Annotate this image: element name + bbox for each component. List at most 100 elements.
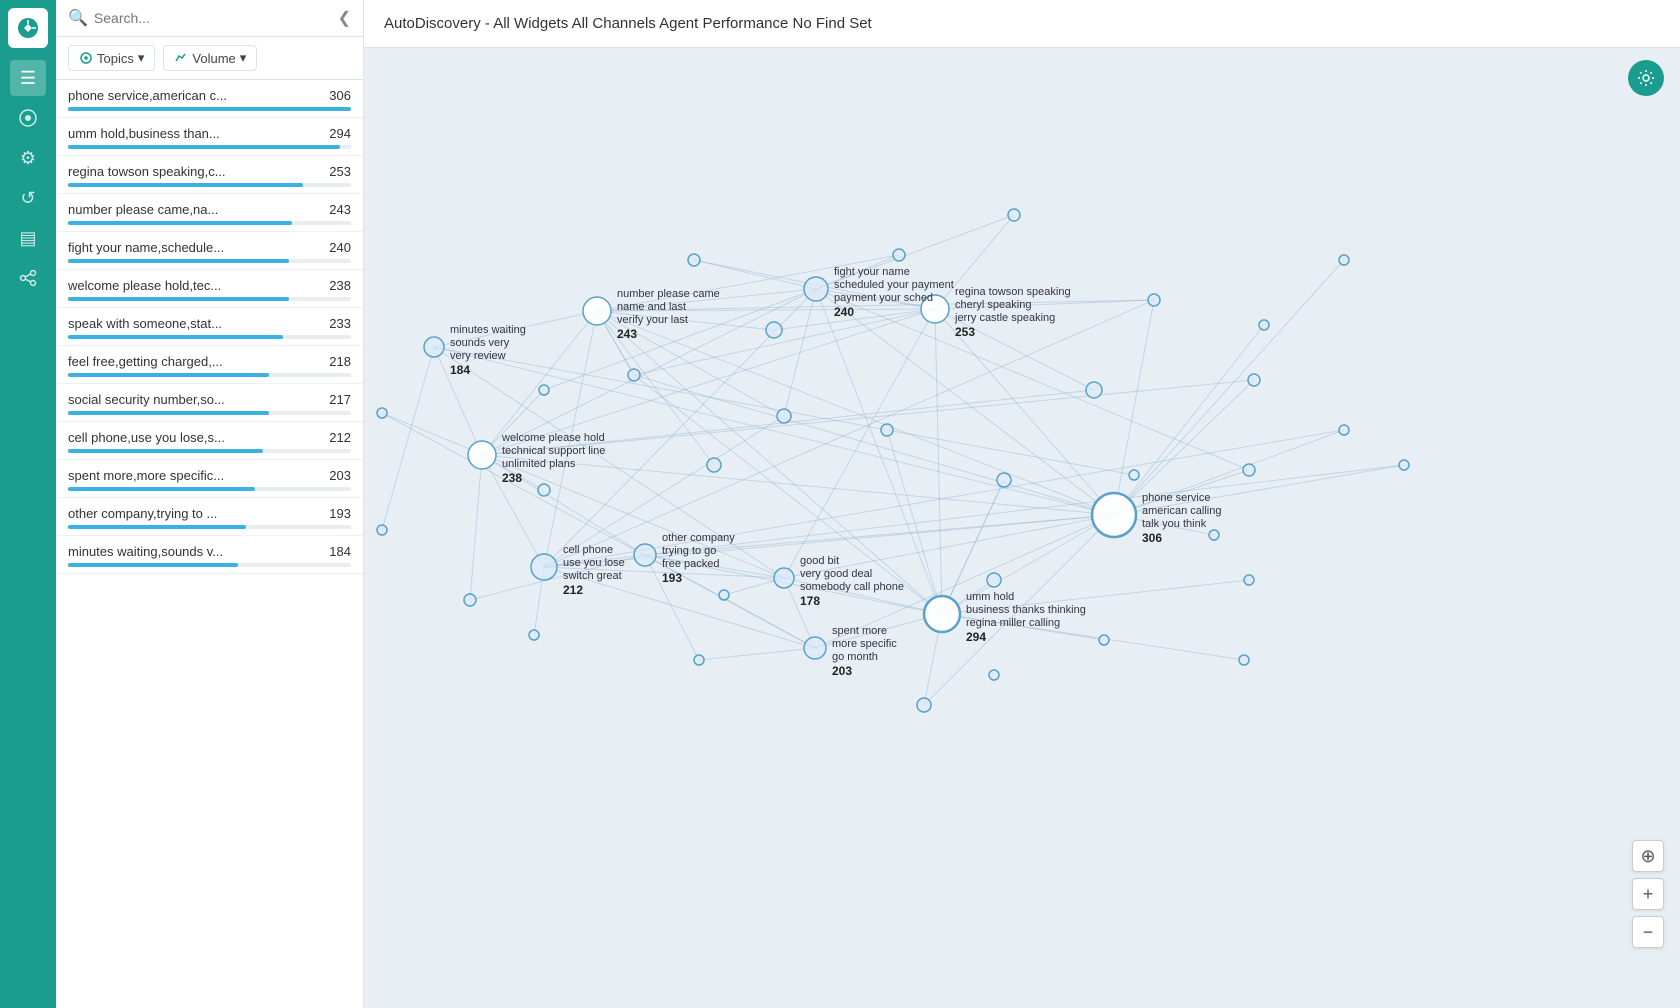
topic-bar bbox=[68, 335, 283, 339]
topic-item[interactable]: spent more,more specific... 203 bbox=[56, 460, 363, 498]
topic-bar bbox=[68, 259, 289, 263]
graph-node[interactable] bbox=[1243, 464, 1255, 476]
graph-node[interactable] bbox=[1099, 635, 1109, 645]
graph-node[interactable] bbox=[1339, 425, 1349, 435]
settings-button[interactable] bbox=[1628, 60, 1664, 96]
graph-node[interactable] bbox=[719, 590, 729, 600]
locate-button[interactable]: ⊕ bbox=[1632, 840, 1664, 872]
volume-filter-button[interactable]: Volume ▾ bbox=[163, 45, 257, 71]
graph-node[interactable] bbox=[1086, 382, 1102, 398]
topic-item[interactable]: minutes waiting,sounds v... 184 bbox=[56, 536, 363, 574]
graph-node[interactable] bbox=[777, 409, 791, 423]
graph-node[interactable] bbox=[377, 408, 387, 418]
graph-node[interactable] bbox=[766, 322, 782, 338]
graph-node[interactable] bbox=[997, 473, 1011, 487]
graph-node[interactable]: number please camename and lastverify yo… bbox=[583, 288, 720, 341]
topic-item[interactable]: cell phone,use you lose,s... 212 bbox=[56, 422, 363, 460]
topic-item[interactable]: other company,trying to ... 193 bbox=[56, 498, 363, 536]
graph-node[interactable] bbox=[628, 369, 640, 381]
graph-area[interactable]: phone serviceamerican callingtalk you th… bbox=[364, 48, 1680, 1008]
topic-bar-bg bbox=[68, 411, 351, 415]
graph-node[interactable] bbox=[917, 698, 931, 712]
topic-item[interactable]: phone service,american c... 306 bbox=[56, 80, 363, 118]
graph-node[interactable] bbox=[688, 254, 700, 266]
page-title: AutoDiscovery - All Widgets All Channels… bbox=[384, 15, 872, 32]
topic-name: umm hold,business than... bbox=[68, 126, 220, 141]
svg-text:minutes waitingsounds veryvery: minutes waitingsounds veryvery review bbox=[450, 324, 526, 362]
svg-text:spent moremore specificgo mont: spent moremore specificgo month bbox=[832, 625, 897, 663]
topic-name: regina towson speaking,c... bbox=[68, 164, 226, 179]
topic-item[interactable]: social security number,so... 217 bbox=[56, 384, 363, 422]
topic-name: speak with someone,stat... bbox=[68, 316, 222, 331]
topic-count: 240 bbox=[329, 240, 351, 255]
topic-count: 184 bbox=[329, 544, 351, 559]
topic-bar-bg bbox=[68, 525, 351, 529]
graph-node[interactable] bbox=[881, 424, 893, 436]
graph-node[interactable]: minutes waitingsounds veryvery review184 bbox=[424, 324, 526, 377]
graph-node[interactable]: cell phoneuse you loseswitch great212 bbox=[531, 544, 625, 597]
graph-node[interactable] bbox=[539, 385, 549, 395]
graph-node[interactable]: phone serviceamerican callingtalk you th… bbox=[1092, 492, 1221, 545]
graph-node[interactable] bbox=[1248, 374, 1260, 386]
topic-name: cell phone,use you lose,s... bbox=[68, 430, 225, 445]
topic-name: other company,trying to ... bbox=[68, 506, 217, 521]
graph-node[interactable]: regina towson speakingcheryl speakingjer… bbox=[921, 286, 1071, 339]
svg-text:regina towson speakingcheryl s: regina towson speakingcheryl speakingjer… bbox=[954, 286, 1071, 324]
topic-bar-bg bbox=[68, 183, 351, 187]
svg-text:203: 203 bbox=[832, 664, 852, 678]
insights-icon[interactable] bbox=[10, 100, 46, 136]
zoom-out-button[interactable]: − bbox=[1632, 916, 1664, 948]
topic-item[interactable]: fight your name,schedule... 240 bbox=[56, 232, 363, 270]
graph-node[interactable] bbox=[1209, 530, 1219, 540]
topic-bar bbox=[68, 487, 255, 491]
graph-node[interactable] bbox=[989, 670, 999, 680]
graph-node[interactable] bbox=[1244, 575, 1254, 585]
topic-item[interactable]: number please came,na... 243 bbox=[56, 194, 363, 232]
graph-node[interactable] bbox=[1008, 209, 1020, 221]
graph-node[interactable] bbox=[1148, 294, 1160, 306]
topic-item[interactable]: feel free,getting charged,... 218 bbox=[56, 346, 363, 384]
topic-item[interactable]: speak with someone,stat... 233 bbox=[56, 308, 363, 346]
graph-node[interactable] bbox=[893, 249, 905, 261]
topics-filter-button[interactable]: Topics ▾ bbox=[68, 45, 155, 71]
graph-node[interactable] bbox=[377, 525, 387, 535]
topic-item[interactable]: regina towson speaking,c... 253 bbox=[56, 156, 363, 194]
topic-bar bbox=[68, 297, 289, 301]
graph-node[interactable] bbox=[694, 655, 704, 665]
menu-icon[interactable]: ☰ bbox=[10, 60, 46, 96]
graph-node[interactable]: welcome please holdtechnical support lin… bbox=[468, 432, 605, 485]
graph-node[interactable] bbox=[1129, 470, 1139, 480]
zoom-in-button[interactable]: + bbox=[1632, 878, 1664, 910]
topic-count: 212 bbox=[329, 430, 351, 445]
refresh-icon[interactable]: ↺ bbox=[10, 180, 46, 216]
svg-text:240: 240 bbox=[834, 305, 854, 319]
topic-item[interactable]: welcome please hold,tec... 238 bbox=[56, 270, 363, 308]
graph-node[interactable] bbox=[538, 484, 550, 496]
topic-item[interactable]: umm hold,business than... 294 bbox=[56, 118, 363, 156]
graph-node[interactable] bbox=[1259, 320, 1269, 330]
settings-nav-icon[interactable]: ⚙ bbox=[10, 140, 46, 176]
graph-node[interactable]: spent moremore specificgo month203 bbox=[804, 625, 897, 678]
graph-node[interactable]: umm holdbusiness thanks thinkingregina m… bbox=[924, 591, 1086, 644]
nodes-icon[interactable] bbox=[10, 260, 46, 296]
graph-node[interactable] bbox=[1399, 460, 1409, 470]
graph-node[interactable] bbox=[529, 630, 539, 640]
volume-chevron-icon: ▾ bbox=[240, 50, 247, 66]
sidebar: 🔍 ❮ Topics ▾ Volume ▾ phone service,amer… bbox=[56, 0, 364, 1008]
graph-node[interactable] bbox=[987, 573, 1001, 587]
topic-name: number please came,na... bbox=[68, 202, 218, 217]
graph-node[interactable] bbox=[1339, 255, 1349, 265]
topic-bar bbox=[68, 563, 238, 567]
svg-text:number please camename and las: number please camename and lastverify yo… bbox=[617, 288, 720, 326]
graph-node[interactable] bbox=[464, 594, 476, 606]
topic-name: welcome please hold,tec... bbox=[68, 278, 221, 293]
topic-name: fight your name,schedule... bbox=[68, 240, 224, 255]
svg-text:243: 243 bbox=[617, 327, 637, 341]
graph-node[interactable] bbox=[707, 458, 721, 472]
nav-logo[interactable] bbox=[8, 8, 48, 48]
graph-node[interactable] bbox=[1239, 655, 1249, 665]
search-input[interactable] bbox=[94, 10, 330, 26]
document-icon[interactable]: ▤ bbox=[10, 220, 46, 256]
topics-chevron-icon: ▾ bbox=[138, 50, 145, 66]
collapse-button[interactable]: ❮ bbox=[338, 8, 351, 28]
